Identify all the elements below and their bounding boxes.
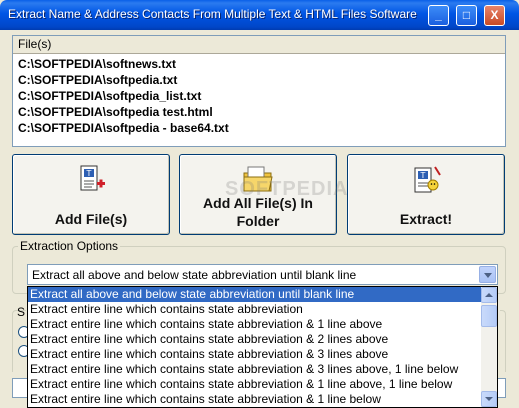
file-list-item[interactable]: C:\SOFTPEDIA\softpedia.txt [18,72,505,88]
dropdown-item[interactable]: Extract entire line which contains state… [28,317,483,332]
file-list-item[interactable]: C:\SOFTPEDIA\softpedia_list.txt [18,88,505,104]
close-button[interactable]: X [484,5,505,26]
file-list-panel[interactable]: File(s) C:\SOFTPEDIA\softnews.txt C:\SOF… [12,35,506,147]
secondary-group-title: S [17,305,26,319]
dropdown-item[interactable]: Extract entire line which contains state… [28,392,483,407]
svg-text:T: T [420,171,426,180]
bottom-field-right[interactable] [498,378,506,398]
extract-label: Extract! [399,211,453,227]
extract-icon: T [414,166,441,193]
dropdown-arrow-icon[interactable] [479,266,496,283]
watermark: SOFTPEDIA [225,178,349,200]
extract-button[interactable]: T Extract! [347,154,505,235]
dropdown-item-selected[interactable]: Extract all above and below state abbrev… [28,287,483,302]
dropdown-item[interactable]: Extract entire line which contains state… [28,332,483,347]
dropdown-scrollbar[interactable] [481,287,497,407]
selected-option: Extract all above and below state abbrev… [32,268,357,282]
maximize-button[interactable]: □ [456,5,477,26]
dropdown-item[interactable]: Extract entire line which contains state… [28,347,483,362]
bottom-field-left[interactable] [12,378,27,398]
file-list-item[interactable]: C:\SOFTPEDIA\softpedia - base64.txt [18,120,505,136]
dropdown-item[interactable]: Extract entire line which contains state… [28,302,483,317]
add-files-button[interactable]: T Add File(s) [12,154,170,235]
extraction-option-select[interactable]: Extract all above and below state abbrev… [27,264,498,285]
title-bar: Extract Name & Address Contacts From Mul… [0,0,519,30]
secondary-group-left-edge [12,310,26,372]
add-file-icon: T [80,165,105,191]
dropdown-item[interactable]: Extract entire line which contains state… [28,362,483,377]
file-list-item[interactable]: C:\SOFTPEDIA\softpedia test.html [18,104,505,120]
scroll-thumb[interactable] [481,305,497,327]
dropdown-item[interactable]: Extract entire line which contains state… [28,377,483,392]
file-list-header[interactable]: File(s) [13,36,505,54]
file-list: C:\SOFTPEDIA\softnews.txt C:\SOFTPEDIA\s… [13,54,505,136]
scroll-down-icon[interactable] [481,391,497,407]
extraction-option-dropdown[interactable]: Extract all above and below state abbrev… [27,286,498,408]
scroll-up-icon[interactable] [481,287,497,303]
file-list-item[interactable]: C:\SOFTPEDIA\softnews.txt [18,56,505,72]
dropdown-list: Extract all above and below state abbrev… [28,287,483,407]
minimize-button[interactable]: _ [428,5,449,26]
add-files-label: Add File(s) [54,211,128,227]
secondary-group-right-edge [500,310,506,372]
window-title: Extract Name & Address Contacts From Mul… [8,7,417,21]
extraction-options-title: Extraction Options [18,239,121,253]
svg-text:T: T [86,169,92,178]
